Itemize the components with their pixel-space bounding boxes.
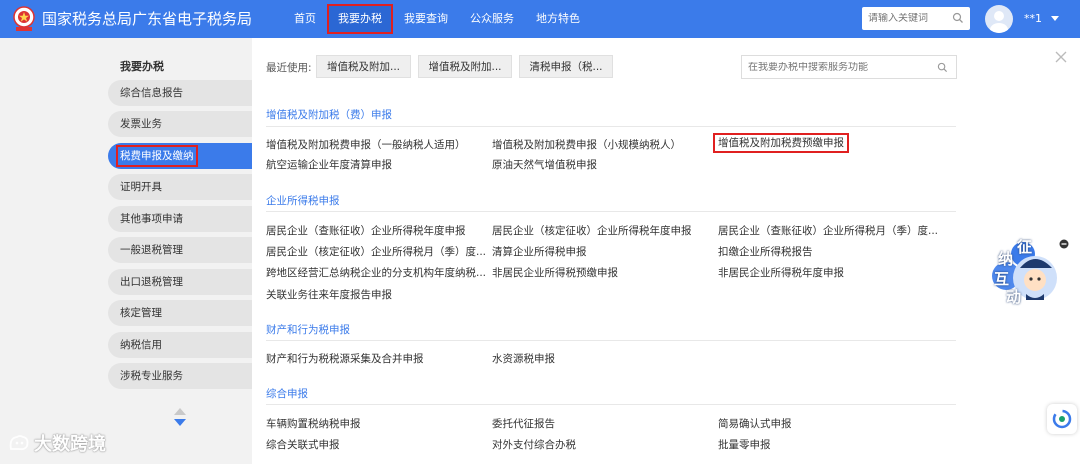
service-related-party-report[interactable]: 关联业务往来年度报告申报 (266, 287, 392, 302)
service-vat-small-scale[interactable]: 增值税及附加税费申报（小规模纳税人） (492, 137, 681, 152)
search-icon[interactable] (937, 62, 948, 73)
sidebar-item-label: 税费申报及缴纳 (116, 145, 198, 167)
service-cit-withholding[interactable]: 扣缴企业所得税报告 (718, 244, 813, 259)
service-overseas-payment[interactable]: 对外支付综合办税 (492, 437, 576, 452)
badge-char-1: 征 (1017, 238, 1033, 256)
section-divider (266, 404, 956, 405)
top-header: 国家税务总局广东省电子税务局 首页 我要办税 我要查询 公众服务 地方特色 **… (0, 0, 1080, 38)
sidebar-item-invoice[interactable]: 发票业务 (108, 111, 252, 137)
sidebar-item-certificate[interactable]: 证明开具 (108, 174, 252, 200)
service-cit-audit-quarterly[interactable]: 居民企业（查账征收）企业所得税月（季）度... (718, 223, 938, 238)
chevron-down-icon[interactable] (1051, 16, 1059, 22)
badge-char-4: 动 (1006, 288, 1022, 306)
sidebar-item-professional-service[interactable]: 涉税专业服务 (108, 363, 252, 389)
sidebar: 我要办税 综合信息报告 发票业务 税费申报及缴纳 证明开具 其他事项申请 一般退… (0, 38, 252, 464)
recent-item-3[interactable]: 清税申报（税... (519, 55, 613, 78)
nav-local-features[interactable]: 地方特色 (525, 0, 591, 38)
nav-tax-handling[interactable]: 我要办税 (327, 4, 393, 34)
search-icon[interactable] (952, 12, 964, 24)
user-avatar[interactable] (985, 5, 1013, 33)
watermark-text: 大数跨境 (34, 434, 106, 455)
service-batch-zero[interactable]: 批量零申报 (718, 437, 771, 452)
sidebar-title: 我要办税 (120, 60, 164, 73)
service-aviation-settlement[interactable]: 航空运输企业年度清算申报 (266, 157, 392, 172)
sidebar-item-other-application[interactable]: 其他事项申请 (108, 206, 252, 232)
watermark: 大数跨境 (8, 430, 106, 456)
main-nav: 首页 我要办税 我要查询 公众服务 地方特色 (283, 0, 591, 38)
recent-item-1[interactable]: 增值税及附加... (316, 55, 411, 78)
close-icon[interactable] (1055, 51, 1067, 63)
service-crude-oil-vat[interactable]: 原油天然气增值税申报 (492, 157, 597, 172)
sidebar-item-general-refund[interactable]: 一般退税管理 (108, 237, 252, 263)
site-title: 国家税务总局广东省电子税务局 (42, 10, 253, 28)
service-entrusted-collection[interactable]: 委托代征报告 (492, 416, 555, 431)
nav-home[interactable]: 首页 (283, 0, 327, 38)
sidebar-item-tax-declaration[interactable]: 税费申报及缴纳 (108, 143, 252, 169)
section-divider (266, 340, 956, 341)
user-icon (990, 11, 1008, 33)
badge-char-2: 纳 (998, 250, 1014, 268)
interaction-badge[interactable]: 征 纳 互 动 (990, 238, 1070, 308)
section-divider (266, 211, 956, 212)
nav-query[interactable]: 我要查询 (393, 0, 459, 38)
header-search-input[interactable] (868, 13, 948, 24)
nav-public-service[interactable]: 公众服务 (459, 0, 525, 38)
section-divider (266, 126, 956, 127)
service-cit-liquidation[interactable]: 清算企业所得税申报 (492, 244, 587, 259)
service-simple-confirm[interactable]: 简易确认式申报 (718, 416, 792, 431)
tax-emblem-logo[interactable] (12, 6, 36, 32)
sidebar-item-assessment[interactable]: 核定管理 (108, 300, 252, 326)
service-search (741, 55, 957, 79)
section-title-vat: 增值税及附加税（费）申报 (266, 109, 392, 121)
scroll-arrows-icon[interactable] (173, 406, 187, 428)
section-title-income-tax: 企业所得税申报 (266, 195, 340, 207)
chat-refresh-icon (1052, 409, 1072, 429)
service-cit-audit-annual[interactable]: 居民企业（查账征收）企业所得税年度申报 (266, 223, 466, 238)
service-water-resource-tax[interactable]: 水资源税申报 (492, 351, 555, 366)
section-title-comprehensive: 综合申报 (266, 388, 308, 400)
watermark-logo-icon (9, 435, 29, 451)
help-chat-button[interactable] (1047, 404, 1077, 434)
recent-label: 最近使用: (266, 62, 312, 74)
service-cit-assessed-annual[interactable]: 居民企业（核定征收）企业所得税年度申报 (492, 223, 692, 238)
service-search-input[interactable] (748, 61, 928, 73)
recent-item-2[interactable]: 增值税及附加... (418, 55, 512, 78)
service-cit-branch-annual[interactable]: 跨地区经营汇总纳税企业的分支机构年度纳税... (266, 265, 486, 280)
service-cit-assessed-quarterly[interactable]: 居民企业（核定征收）企业所得税月（季）度... (266, 244, 486, 259)
sidebar-item-credit[interactable]: 纳税信用 (108, 332, 252, 358)
user-name[interactable]: **1 (1024, 0, 1042, 38)
service-vat-prepayment[interactable]: 增值税及附加税费预缴申报 (713, 133, 849, 153)
service-nonresident-prepay[interactable]: 非居民企业所得税预缴申报 (492, 265, 618, 280)
section-title-property-tax: 财产和行为税申报 (266, 324, 350, 336)
service-nonresident-annual[interactable]: 非居民企业所得税年度申报 (718, 265, 844, 280)
service-vehicle-purchase-tax[interactable]: 车辆购置税纳税申报 (266, 416, 361, 431)
sidebar-item-info-report[interactable]: 综合信息报告 (108, 80, 252, 106)
service-property-combined[interactable]: 财产和行为税税源采集及合并申报 (266, 351, 424, 366)
service-combined-related[interactable]: 综合关联式申报 (266, 437, 340, 452)
service-vat-general[interactable]: 增值税及附加税费申报（一般纳税人适用） (266, 137, 466, 152)
header-search (862, 7, 970, 30)
sidebar-item-export-refund[interactable]: 出口退税管理 (108, 269, 252, 295)
